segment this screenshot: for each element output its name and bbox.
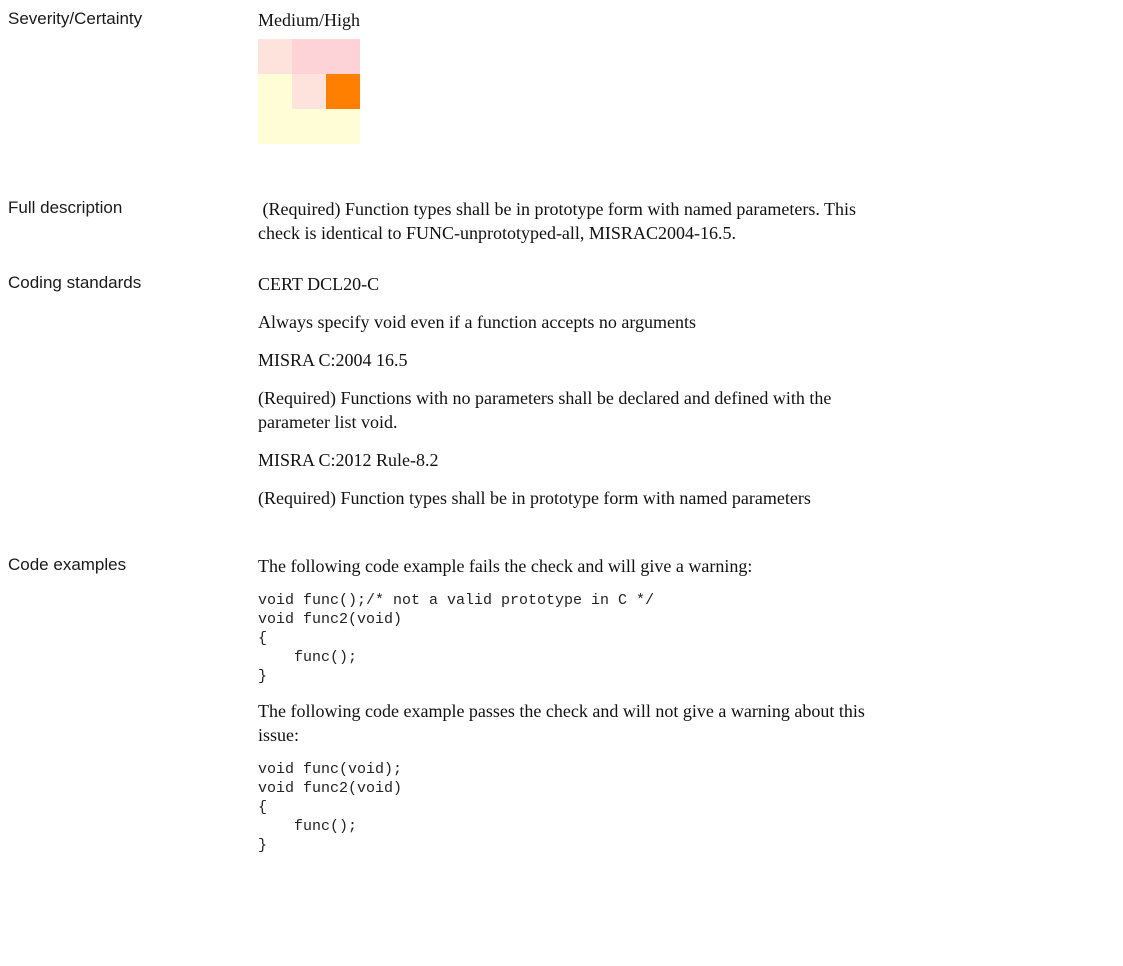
standard-description: (Required) Functions with no parameters … — [258, 388, 832, 408]
standard-name: CERT DCL20-C — [258, 274, 380, 294]
matrix-cell — [292, 109, 326, 144]
standard-description: Always specify void even if a function a… — [258, 312, 697, 332]
severity-certainty-matrix — [258, 39, 384, 144]
matrix-cell — [326, 74, 360, 109]
matrix-cell — [326, 39, 360, 74]
full-description-line-1: (Required) Function types shall be in pr… — [258, 199, 857, 219]
matrix-cell — [258, 39, 292, 74]
matrix-cell — [292, 39, 326, 74]
matrix-cell — [292, 74, 326, 109]
standard-description: parameter list void. — [258, 412, 398, 432]
full-description-content: (Required) Function types shall be in pr… — [258, 197, 1093, 245]
pass-example-intro-line-1: The following code example passes the ch… — [258, 701, 865, 721]
pass-code-block: void func(void); void func2(void) { func… — [258, 761, 403, 854]
code-examples-label: Code examples — [8, 555, 127, 574]
fail-example-intro: The following code example fails the che… — [258, 556, 753, 576]
fail-code-block: void func();/* not a valid prototype in … — [258, 592, 655, 685]
severity-value: Medium/High — [258, 10, 360, 30]
severity-content: Medium/High — [258, 8, 1093, 144]
matrix-cell — [258, 109, 292, 144]
coding-standards-content: CERT DCL20-C Always specify void even if… — [258, 272, 1093, 510]
pass-example-intro-line-2: issue: — [258, 725, 300, 745]
coding-standards-label: Coding standards — [8, 273, 142, 292]
standard-name: MISRA C:2012 Rule-8.2 — [258, 450, 439, 470]
standard-name: MISRA C:2004 16.5 — [258, 350, 408, 370]
full-description-line-2: check is identical to FUNC-unprototyped-… — [258, 223, 736, 243]
full-description-label: Full description — [8, 198, 123, 217]
matrix-cell — [258, 74, 292, 109]
standard-description: (Required) Function types shall be in pr… — [258, 488, 811, 508]
code-examples-content: The following code example fails the che… — [258, 554, 1093, 855]
severity-label: Severity/Certainty — [8, 9, 143, 28]
matrix-cell — [326, 109, 360, 144]
